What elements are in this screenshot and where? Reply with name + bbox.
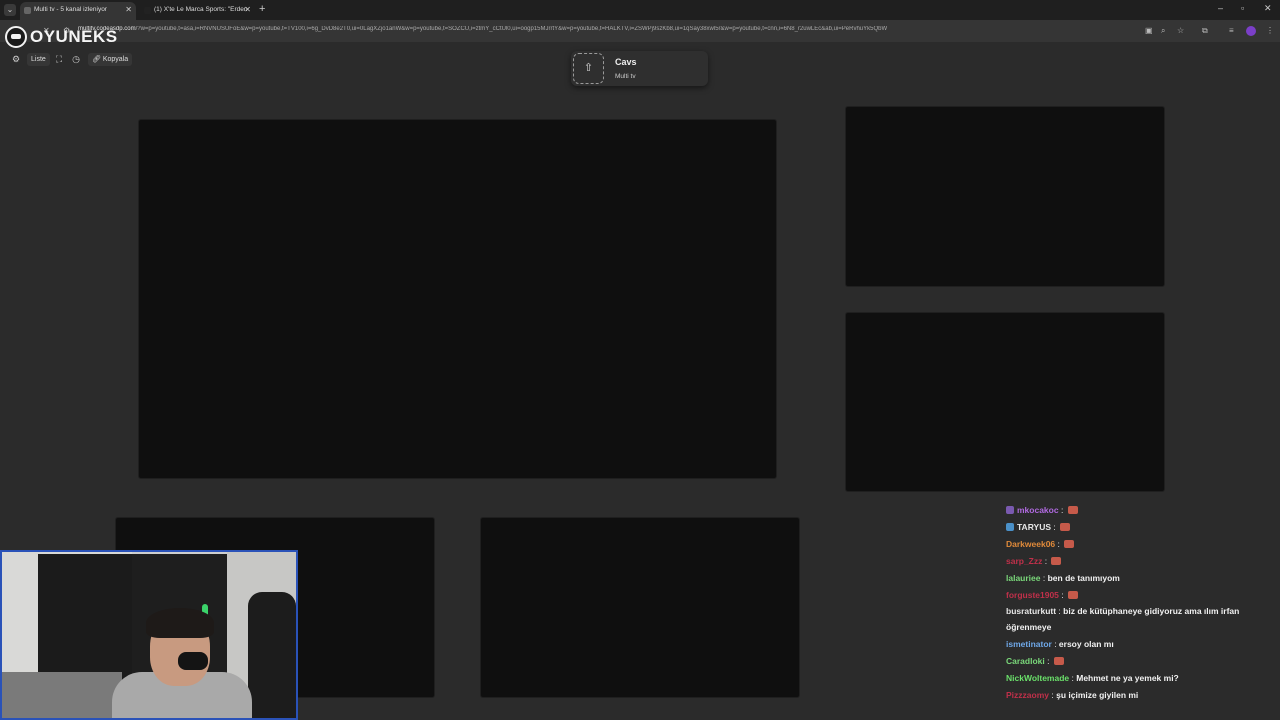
chat-separator: : — [1051, 522, 1059, 532]
x-favicon-icon — [144, 7, 151, 14]
webcam-microphone — [178, 652, 208, 670]
chat-message: Pizzzaomy : şu içimize giyilen mi — [1006, 687, 1138, 704]
browser-menu-icon[interactable]: ⋮ — [1266, 26, 1274, 35]
profile-avatar[interactable] — [1246, 26, 1256, 36]
browser-tab-multitv[interactable]: Multi tv - 5 kanal izleniyor ✕ — [20, 2, 136, 20]
chat-message: lalauriee : ben de tanımıyom — [1006, 570, 1120, 587]
chat-username: Darkweek06 — [1006, 539, 1056, 549]
chat-text: Mehmet ne ya yemek mi? — [1076, 673, 1179, 683]
chat-username: mkocakoc — [1017, 505, 1059, 515]
tab-close-icon[interactable]: ✕ — [125, 2, 132, 18]
settings-gear-icon[interactable]: ⚙ — [10, 53, 22, 65]
chat-username: TARYUS — [1017, 522, 1051, 532]
chat-username: Caradloki — [1006, 656, 1045, 666]
chat-emote-icon — [1064, 540, 1075, 548]
webcam-overlay — [0, 550, 298, 720]
chat-username: ismetinator — [1006, 639, 1052, 649]
video-player-mid-right[interactable] — [845, 312, 1165, 492]
card-subtitle: Multi tv — [615, 73, 636, 80]
tab-close-icon[interactable]: ✕ — [244, 2, 251, 18]
chat-message: ismetinator : ersoy olan mı — [1006, 636, 1114, 653]
chat-username: busraturkutt — [1006, 606, 1057, 616]
chat-message: Caradloki : — [1006, 653, 1064, 670]
chat-username: forguste1905 — [1006, 590, 1059, 600]
chat-emote-icon — [1051, 557, 1062, 565]
streamer-logo: OYUNEKS — [5, 24, 118, 50]
chat-separator: : — [1040, 573, 1048, 583]
chat-text: şu içimize giyilen mi — [1056, 690, 1139, 700]
history-icon[interactable]: ◷ — [70, 53, 82, 65]
chat-separator: : — [1042, 556, 1050, 566]
link-icon: 🔗︎ — [92, 56, 101, 63]
minimize-icon[interactable]: – — [1218, 3, 1223, 13]
fullscreen-icon[interactable]: ⛶ — [53, 53, 65, 65]
chat-separator: : — [1055, 539, 1063, 549]
tab-favicon-icon — [24, 7, 31, 14]
chat-separator: : — [1058, 590, 1067, 600]
card-title: Cavs — [615, 57, 637, 67]
new-tab-icon[interactable]: + — [259, 3, 265, 15]
chat-text: ersoy olan mı — [1058, 639, 1114, 649]
channel-card[interactable]: ⇧ Cavs Multi tv — [571, 51, 708, 86]
chat-badge-icon — [1006, 523, 1014, 531]
tab-title: Multi tv - 5 kanal izleniyor — [34, 6, 107, 13]
chat-emote-icon — [1060, 523, 1071, 531]
window-close-icon[interactable]: ✕ — [1264, 3, 1272, 14]
chat-message: mkocakoc : — [1006, 502, 1078, 519]
chat-username: sarp_Zzz — [1006, 556, 1043, 566]
zoom-icon[interactable]: ⌕ — [1161, 26, 1165, 36]
chat-message: forguste1905 : — [1006, 587, 1079, 604]
translate-icon[interactable]: ▣ — [1145, 26, 1153, 35]
url-field[interactable]: multitv.codeasdp.com/?w=p=youtube,t=asa,… — [78, 26, 1138, 32]
url-path: /?w=p=youtube,t=asa,i=RNVNUSUFoE&w=p=you… — [135, 26, 888, 32]
chat-text: ben de tanımıyom — [1047, 573, 1120, 583]
video-player-top-right[interactable] — [845, 106, 1165, 287]
chat-message: TARYUS : — [1006, 519, 1071, 536]
logo-emblem-icon — [5, 26, 27, 48]
extensions-icon[interactable]: ⧉ — [1202, 26, 1208, 36]
chat-separator: : — [1051, 639, 1059, 649]
chat-badge-icon — [1006, 506, 1014, 514]
chat-separator: : — [1058, 505, 1066, 515]
browser-tab-bar: ⌄ Multi tv - 5 kanal izleniyor ✕ (1) X't… — [0, 0, 1280, 20]
chat-emote-icon — [1067, 506, 1078, 514]
video-player-main[interactable] — [138, 119, 777, 479]
tab-search-menu-button[interactable]: ⌄ — [4, 4, 16, 16]
chat-separator: : — [1044, 656, 1052, 666]
upload-icon[interactable]: ⇧ — [573, 53, 604, 84]
chat-username: lalauriee — [1006, 573, 1041, 583]
chat-message: NickWoltemade : Mehmet ne ya yemek mi? — [1006, 670, 1179, 687]
chat-message: Darkweek06 : — [1006, 536, 1075, 553]
chat-emote-icon — [1053, 657, 1064, 665]
bookmark-star-icon[interactable]: ☆ — [1177, 26, 1184, 35]
webcam-person-hair — [146, 608, 214, 638]
copy-button-label: Kopyala — [102, 56, 129, 63]
media-control-icon[interactable]: ≡ — [1229, 26, 1234, 35]
video-player-bottom-center[interactable] — [480, 517, 800, 698]
chat-message: sarp_Zzz : — [1006, 553, 1062, 570]
copy-link-button[interactable]: 🔗︎ Kopyala — [88, 53, 133, 66]
list-button-label: Liste — [31, 56, 46, 63]
chat-message: busraturkutt : biz de kütüphaneye gidiyo… — [1006, 603, 1268, 635]
chat-username: Pizzzaomy — [1006, 690, 1049, 700]
browser-tab-x[interactable]: (1) X'te Le Marca Sports: "Erden ✕ — [140, 2, 255, 20]
webcam-chair — [248, 592, 296, 718]
restore-icon[interactable]: ▫ — [1241, 3, 1244, 13]
address-bar: ✕ ⚙ multitv.codeasdp.com/?w=p=youtube,t=… — [0, 20, 1280, 42]
chat-username: NickWoltemade — [1006, 673, 1070, 683]
webcam-desk — [2, 672, 122, 718]
list-button[interactable]: Liste — [27, 53, 50, 66]
logo-text: OYUNEKS — [30, 27, 118, 46]
tab-title: (1) X'te Le Marca Sports: "Erden — [154, 6, 248, 13]
chat-emote-icon — [1068, 591, 1079, 599]
